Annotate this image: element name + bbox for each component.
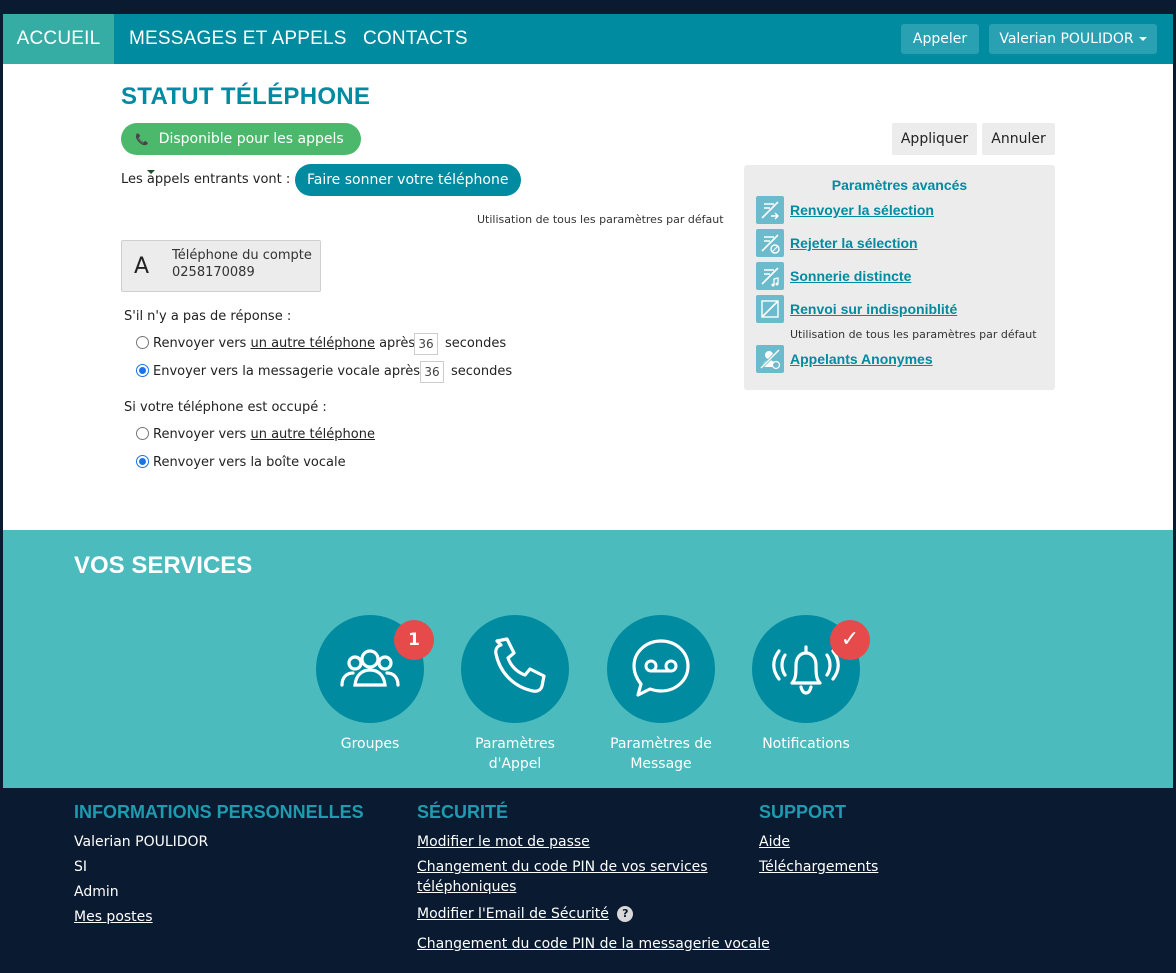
call-settings-service-button[interactable] <box>461 615 569 723</box>
incoming-calls-value: Faire sonner votre téléphone <box>307 172 509 188</box>
anonymous-callers-link[interactable]: Appelants Anonymes <box>790 351 933 367</box>
no-answer-voicemail-text: Envoyer vers la messagerie vocale après <box>153 364 420 379</box>
forward-selection-link[interactable]: Renvoyer la sélection <box>790 202 934 218</box>
unavailable-forward-link[interactable]: Renvoi sur indisponiblité <box>790 301 957 317</box>
message-settings-service-button[interactable] <box>607 615 715 723</box>
no-answer-label: S'il n'y a pas de réponse : <box>124 309 292 324</box>
advanced-default-note: Utilisation de tous les paramètres par d… <box>790 328 1037 341</box>
anonymous-callers-icon <box>756 345 784 373</box>
change-voicemail-pin-link[interactable]: Changement du code PIN de la messagerie … <box>417 934 770 954</box>
no-answer-forward-seconds-input[interactable]: 36 <box>414 333 438 355</box>
reject-selection-icon <box>756 229 784 257</box>
distinct-ring-link[interactable]: Sonnerie distincte <box>790 268 911 284</box>
other-phone-link[interactable]: un autre téléphone <box>250 427 375 442</box>
advanced-settings-title: Paramètres avancés <box>831 177 968 193</box>
advanced-settings-panel: Paramètres avancés Renvoyer la sélection… <box>744 165 1055 390</box>
help-question-icon[interactable]: ? <box>617 906 634 922</box>
page-title: STATUT TÉLÉPHONE <box>121 83 371 110</box>
security-heading: SÉCURITÉ <box>417 802 509 822</box>
tab-messages-appels[interactable]: MESSAGES ET APPELS <box>129 14 347 64</box>
top-nav: ACCUEIL MESSAGES ET APPELS CONTACTS Appe… <box>3 14 1173 64</box>
downloads-link[interactable]: Téléchargements <box>759 857 878 877</box>
seconds-label: secondes <box>451 364 513 379</box>
reject-selection-link[interactable]: Rejeter la sélection <box>790 235 918 251</box>
busy-forward-radio[interactable] <box>136 427 149 440</box>
voicemail-icon <box>632 639 690 697</box>
personal-info-heading: INFORMATIONS PERSONNELLES <box>74 802 364 822</box>
busy-voicemail-radio[interactable] <box>136 455 149 468</box>
change-service-pin-link[interactable]: Changement du code PIN de vos services té… <box>417 857 708 897</box>
phone-icon: 📞 <box>135 133 149 146</box>
busy-forward-text: Renvoyer vers un autre téléphone <box>153 427 375 442</box>
distinct-ring-icon <box>756 262 784 290</box>
change-password-link[interactable]: Modifier le mot de passe <box>417 832 590 852</box>
help-link[interactable]: Aide <box>759 832 790 852</box>
no-answer-voicemail-seconds-input[interactable]: 36 <box>420 361 444 383</box>
account-label: Téléphone du compte <box>172 248 312 263</box>
availability-label: Disponible pour les appels <box>158 131 344 147</box>
busy-voicemail-text: Renvoyer vers la boîte vocale <box>153 455 346 470</box>
account-letter: A <box>134 254 150 279</box>
other-phone-link[interactable]: un autre téléphone <box>250 336 375 351</box>
user-org: SI <box>74 859 88 875</box>
my-extensions-link[interactable]: Mes postes <box>74 907 153 927</box>
seconds-label: secondes <box>445 336 507 351</box>
user-role: Admin <box>74 884 119 900</box>
footer: INFORMATIONS PERSONNELLES Valerian POULI… <box>3 788 1173 973</box>
incoming-calls-label: Les appels entrants vont : <box>121 172 291 187</box>
availability-dropdown[interactable]: 📞 Disponible pour les appels <box>121 123 361 174</box>
services-section: VOS SERVICES 1 Groupes Paramètres d'Appe… <box>3 530 1173 788</box>
apply-button[interactable]: Appliquer <box>892 123 977 155</box>
support-heading: SUPPORT <box>759 802 847 822</box>
services-title: VOS SERVICES <box>74 552 253 579</box>
message-settings-label: Paramètres de Message <box>610 736 712 772</box>
unavailable-forward-icon <box>756 295 784 323</box>
forward-selection-icon <box>756 196 784 224</box>
top-band <box>0 0 1176 14</box>
account-number: 0258170089 <box>172 265 255 280</box>
no-answer-forward-text: Renvoyer vers un autre téléphone après <box>153 336 416 351</box>
no-answer-forward-radio[interactable] <box>136 336 149 349</box>
groups-notification-badge: 1 <box>394 620 434 660</box>
security-email-link[interactable]: Modifier l'Email de Sécurité <box>417 906 609 922</box>
user-name: Valerian POULIDOR <box>74 834 209 850</box>
tab-contacts[interactable]: CONTACTS <box>363 14 468 64</box>
caret-down-icon <box>317 210 325 214</box>
app-frame: ACCUEIL MESSAGES ET APPELS CONTACTS Appe… <box>3 14 1173 973</box>
call-button[interactable]: Appeler <box>901 24 979 54</box>
incoming-calls-dropdown[interactable]: Faire sonner votre téléphone <box>295 164 521 214</box>
user-menu-button[interactable]: Valerian POULIDOR <box>989 24 1157 54</box>
user-menu-label: Valerian POULIDOR <box>999 31 1134 47</box>
notifications-check-badge: ✓ <box>830 620 870 660</box>
tab-accueil[interactable]: ACCUEIL <box>3 14 114 64</box>
security-email-row: Modifier l'Email de Sécurité ? <box>417 904 634 924</box>
notifications-label: Notifications <box>762 736 850 752</box>
default-settings-note: Utilisation de tous les paramètres par d… <box>477 213 724 226</box>
no-answer-voicemail-radio[interactable] <box>136 364 149 377</box>
account-phone-card[interactable]: A Téléphone du compte 0258170089 <box>121 240 321 292</box>
cancel-button[interactable]: Annuler <box>982 123 1055 155</box>
groups-label: Groupes <box>340 736 400 752</box>
phone-handset-icon <box>494 637 546 693</box>
caret-down-icon <box>1138 37 1147 41</box>
call-settings-label: Paramètres d'Appel <box>475 736 555 772</box>
busy-label: Si votre téléphone est occupé : <box>124 400 327 415</box>
